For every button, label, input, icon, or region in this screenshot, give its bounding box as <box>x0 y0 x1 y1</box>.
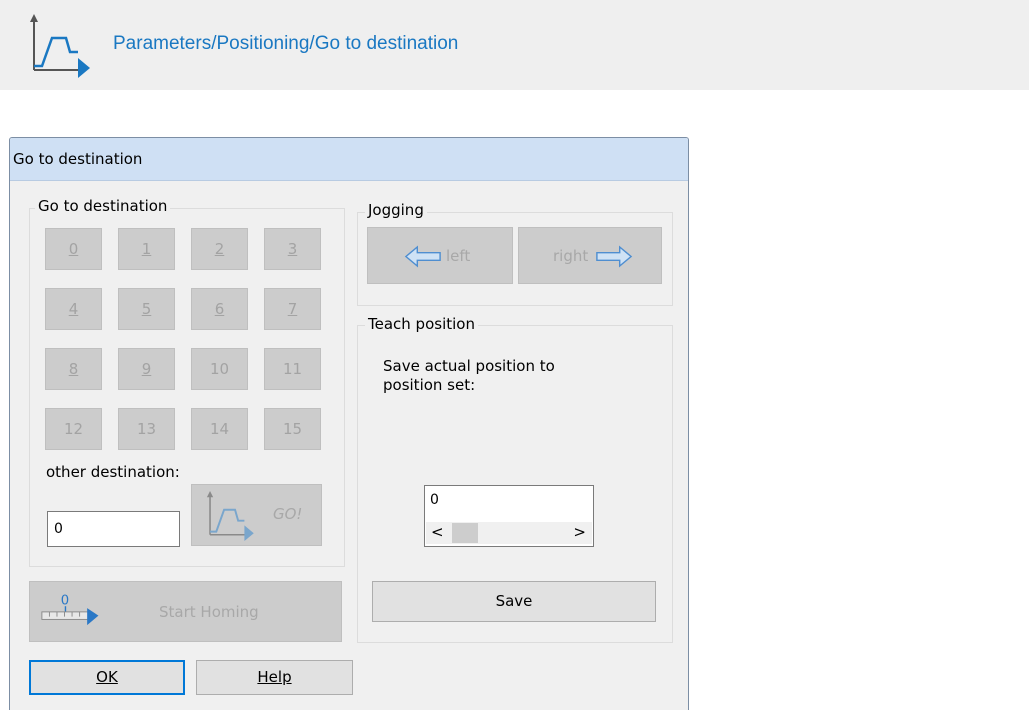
destination-button-1[interactable]: 1 <box>118 228 175 270</box>
help-button[interactable]: Help <box>196 660 353 695</box>
go-to-destination-dialog: Go to destination Go to destination 0 1 … <box>9 137 689 710</box>
destination-button-14[interactable]: 14 <box>191 408 248 450</box>
go-button-label: GO! <box>273 505 303 523</box>
destination-button-6[interactable]: 6 <box>191 288 248 330</box>
dialog-title: Go to destination <box>13 150 143 168</box>
arrow-left-icon <box>404 245 441 268</box>
destination-button-2[interactable]: 2 <box>191 228 248 270</box>
page-header: Parameters/Positioning/Go to destination <box>0 0 1029 90</box>
teach-position-label: Teach position <box>365 315 478 333</box>
destination-button-9[interactable]: 9 <box>118 348 175 390</box>
scroll-left-icon[interactable]: < <box>431 523 444 541</box>
destination-button-13[interactable]: 13 <box>118 408 175 450</box>
jog-right-label: right <box>553 247 589 265</box>
jogging-group-label: Jogging <box>365 201 427 219</box>
destination-button-5[interactable]: 5 <box>118 288 175 330</box>
destination-button-12[interactable]: 12 <box>45 408 102 450</box>
arrow-right-icon <box>596 245 633 268</box>
scroll-right-icon[interactable]: > <box>573 523 586 541</box>
destination-button-10[interactable]: 10 <box>191 348 248 390</box>
page-title: Parameters/Positioning/Go to destination <box>113 33 459 54</box>
start-homing-label: Start Homing <box>159 603 259 621</box>
jog-left-label: left <box>446 247 471 265</box>
save-button[interactable]: Save <box>372 581 656 622</box>
destination-button-15[interactable]: 15 <box>264 408 321 450</box>
jog-left-button[interactable]: left <box>367 227 513 284</box>
save-button-label: Save <box>495 592 533 610</box>
scrollbar-thumb[interactable] <box>452 523 478 543</box>
destination-button-8[interactable]: 8 <box>45 348 102 390</box>
go-button[interactable]: GO! <box>191 484 322 546</box>
destination-button-0[interactable]: 0 <box>45 228 102 270</box>
destination-button-3[interactable]: 3 <box>264 228 321 270</box>
destination-button-11[interactable]: 11 <box>264 348 321 390</box>
horizontal-scrollbar[interactable]: < > <box>426 522 592 544</box>
dialog-titlebar: Go to destination <box>10 138 688 181</box>
ok-button-label: OK <box>96 668 118 686</box>
svg-text:0: 0 <box>61 593 69 608</box>
positioning-icon <box>30 14 90 78</box>
other-destination-input[interactable]: 0 <box>47 511 180 547</box>
other-destination-label: other destination: <box>46 463 180 481</box>
homing-icon: 0 <box>41 593 99 626</box>
position-set-list[interactable]: 0 < > <box>424 485 594 547</box>
destination-button-7[interactable]: 7 <box>264 288 321 330</box>
jog-right-button[interactable]: right <box>518 227 662 284</box>
help-button-label: Help <box>257 668 292 686</box>
ok-button[interactable]: OK <box>29 660 185 695</box>
destination-button-4[interactable]: 4 <box>45 288 102 330</box>
position-set-value: 0 <box>430 492 439 508</box>
positioning-icon <box>206 491 254 541</box>
start-homing-button[interactable]: 0 Start Homing <box>29 581 342 642</box>
goto-group-label: Go to destination <box>35 197 171 215</box>
teach-description: Save actual position to position set: <box>383 357 555 394</box>
